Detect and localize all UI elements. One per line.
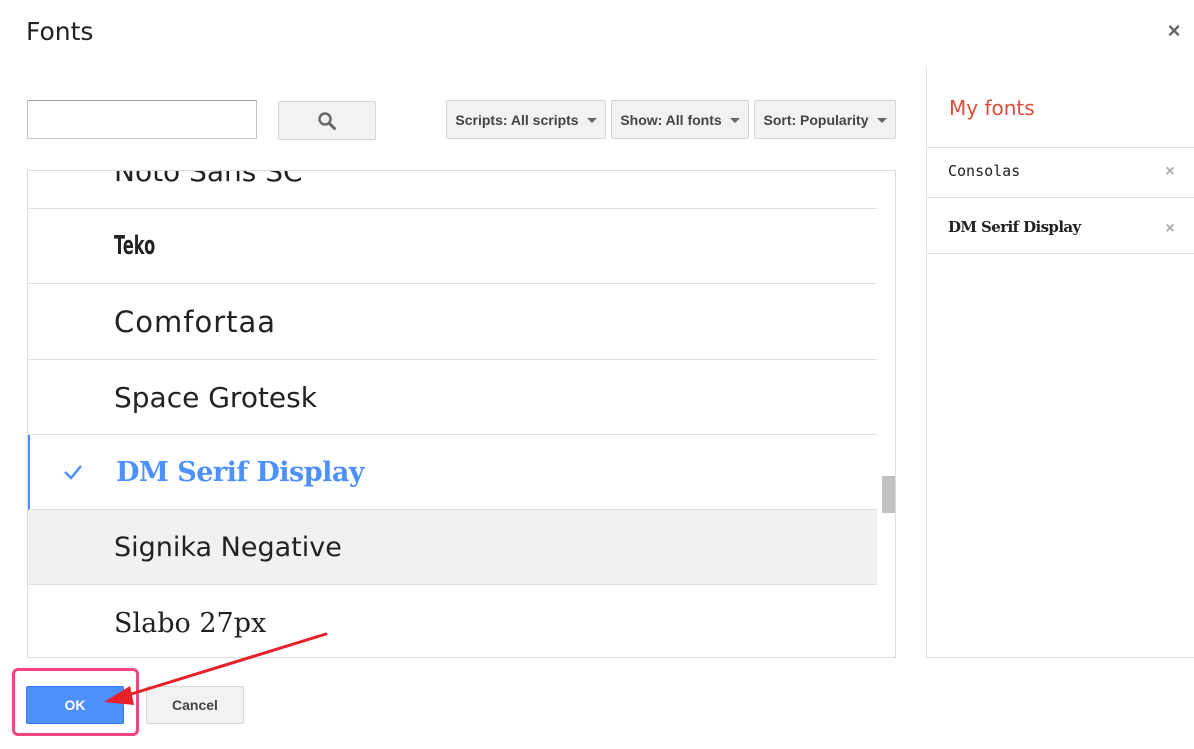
remove-font-icon[interactable]: × — [1163, 221, 1177, 237]
checkmark-icon — [64, 465, 82, 480]
my-font-name: DM Serif Display — [948, 218, 1081, 236]
font-item-comfortaa[interactable]: Comfortaa — [28, 285, 877, 360]
my-font-item-consolas[interactable]: Consolas × — [927, 147, 1194, 197]
font-name: Noto Sans SC — [114, 170, 303, 188]
font-list[interactable]: Noto Sans SC Teko Comfortaa Space Grotes… — [27, 170, 896, 658]
font-name: Teko — [114, 231, 156, 261]
font-item-space-grotesk[interactable]: Space Grotesk — [28, 360, 877, 435]
font-item-noto-sans-sc[interactable]: Noto Sans SC — [28, 170, 877, 209]
font-name: Space Grotesk — [114, 381, 317, 414]
show-filter-dropdown[interactable]: Show: All fonts — [611, 100, 749, 139]
remove-font-icon[interactable]: × — [1163, 164, 1177, 180]
font-search-input[interactable] — [27, 100, 257, 139]
scripts-filter-label: Scripts: All scripts — [455, 111, 579, 128]
font-list-scrollbar-track[interactable] — [877, 171, 895, 657]
sort-dropdown[interactable]: Sort: Popularity — [754, 100, 896, 139]
caret-down-icon — [876, 118, 887, 123]
caret-down-icon — [729, 118, 740, 123]
dialog-title: Fonts — [26, 17, 94, 46]
font-name: Signika Negative — [114, 532, 342, 563]
my-font-item-dm-serif-display[interactable]: DM Serif Display × — [927, 197, 1194, 254]
cancel-button[interactable]: Cancel — [146, 686, 244, 724]
show-filter-label: Show: All fonts — [620, 111, 722, 128]
font-name: Comfortaa — [114, 305, 277, 339]
scripts-filter-dropdown[interactable]: Scripts: All scripts — [446, 100, 606, 139]
font-item-slabo-27px[interactable]: Slabo 27px — [28, 586, 877, 657]
sort-label: Sort: Popularity — [763, 111, 869, 128]
search-button[interactable] — [278, 101, 376, 140]
font-name: Slabo 27px — [114, 608, 267, 639]
font-list-scrollbar-thumb[interactable] — [882, 476, 895, 513]
search-icon — [318, 111, 336, 130]
my-fonts-panel: My fonts Consolas × DM Serif Display × — [926, 67, 1194, 658]
font-item-dm-serif-display[interactable]: DM Serif Display — [28, 435, 877, 510]
font-item-signika-negative[interactable]: Signika Negative — [28, 510, 877, 585]
font-name: DM Serif Display — [116, 457, 365, 488]
ok-button[interactable]: OK — [26, 686, 124, 724]
close-icon[interactable]: × — [1164, 20, 1184, 42]
font-item-teko[interactable]: Teko — [28, 209, 877, 284]
my-font-name: Consolas — [948, 162, 1021, 180]
caret-down-icon — [586, 118, 597, 123]
my-fonts-title: My fonts — [949, 96, 1035, 120]
